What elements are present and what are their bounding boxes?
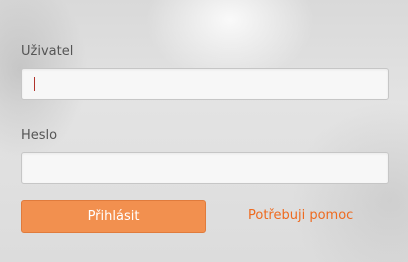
password-label: Heslo (21, 128, 58, 143)
help-link[interactable]: Potřebuji pomoc (248, 208, 353, 224)
password-input[interactable] (21, 152, 389, 184)
text-cursor (34, 77, 35, 91)
login-button[interactable]: Přihlásit (21, 200, 206, 233)
username-input[interactable] (21, 68, 389, 100)
username-label: Uživatel (21, 44, 74, 59)
login-form: Uživatel Heslo Přihlásit Potřebuji pomoc (0, 0, 408, 262)
